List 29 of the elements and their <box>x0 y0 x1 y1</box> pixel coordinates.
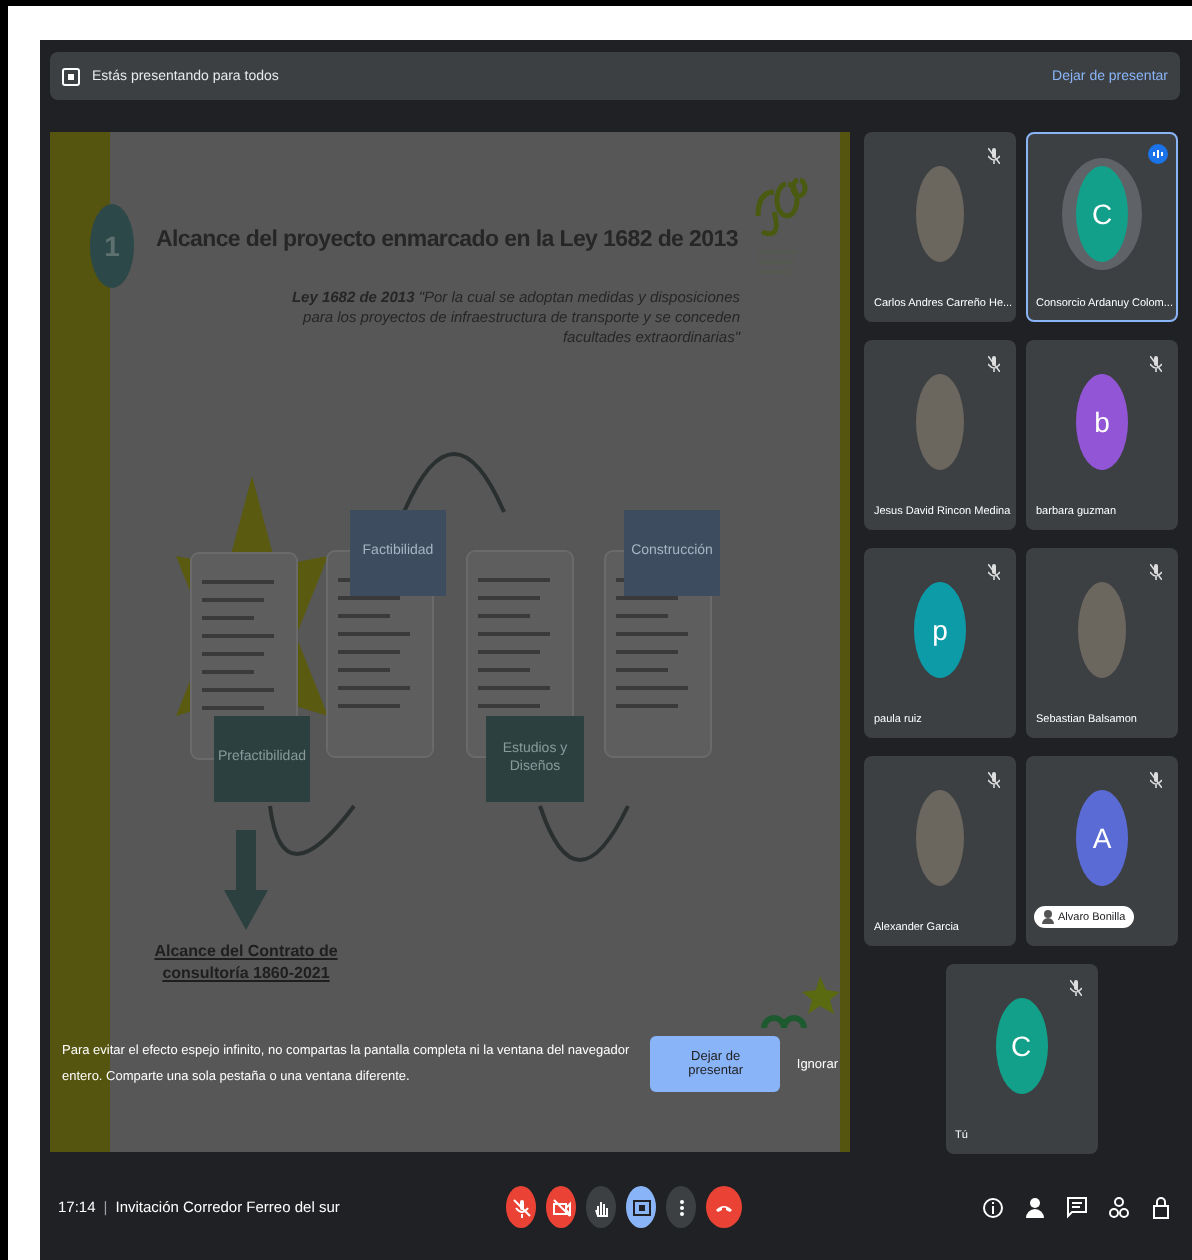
present-button[interactable] <box>626 1186 656 1228</box>
photo-placeholder <box>916 789 964 885</box>
logo-drawing <box>760 972 840 1032</box>
people-icon[interactable] <box>1024 1195 1046 1219</box>
photo-placeholder <box>916 373 964 469</box>
scope-heading: Alcance del Contrato de consultoría 1860-2021 <box>152 940 340 985</box>
hand-button[interactable] <box>586 1186 616 1228</box>
presentation-icon <box>62 67 80 85</box>
avatar-circle: b <box>1076 373 1128 469</box>
info-icon[interactable] <box>982 1195 1004 1219</box>
activities-icon[interactable] <box>1108 1195 1130 1219</box>
avatar-circle: p <box>914 581 966 677</box>
arc-line <box>536 802 632 868</box>
present-icon <box>631 1197 651 1217</box>
camera-off-button[interactable] <box>546 1186 576 1228</box>
avatar-circle: C <box>995 997 1047 1093</box>
chat-icon[interactable] <box>1066 1195 1088 1219</box>
mic-off-icon <box>511 1197 531 1217</box>
camera-off-icon <box>551 1197 571 1217</box>
photo-placeholder <box>916 165 964 261</box>
down-arrow-icon <box>224 830 268 930</box>
hand-icon <box>591 1197 611 1217</box>
hangup-button[interactable] <box>706 1186 742 1228</box>
person-icon <box>1042 910 1054 924</box>
avatar-circle: A <box>1076 789 1128 885</box>
mic-off-button[interactable] <box>506 1186 536 1228</box>
photo-placeholder <box>1078 581 1126 677</box>
lock-icon[interactable] <box>1150 1195 1172 1219</box>
more-button[interactable] <box>666 1186 696 1228</box>
